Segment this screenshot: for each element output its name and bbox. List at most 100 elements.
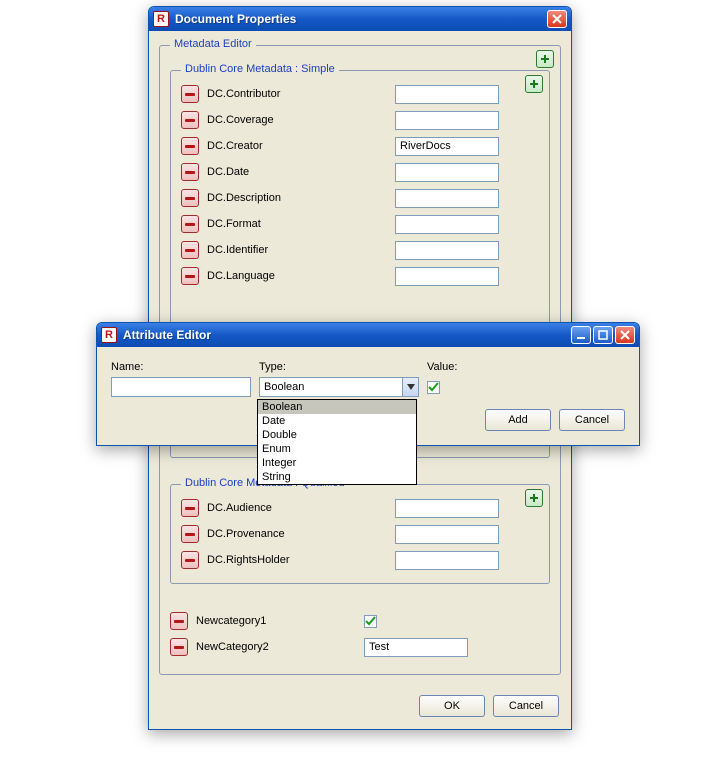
metadata-value-input[interactable] — [395, 525, 499, 544]
app-icon: R — [153, 11, 169, 27]
type-label: Type: — [259, 361, 419, 373]
minus-icon — [185, 119, 195, 122]
remove-button[interactable] — [181, 85, 199, 103]
metadata-value-input[interactable] — [395, 111, 499, 130]
minus-icon — [185, 275, 195, 278]
metadata-label: DC.Creator — [207, 140, 387, 152]
remove-button[interactable] — [181, 189, 199, 207]
plus-icon — [540, 54, 550, 64]
metadata-row: DC.Provenance — [181, 521, 539, 547]
minus-icon — [185, 197, 195, 200]
close-icon — [620, 330, 630, 340]
dublin-core-qualified-group: Dublin Core Metadata : Qualified DC.Audi… — [170, 484, 550, 584]
minus-icon — [174, 646, 184, 649]
plus-icon — [529, 79, 539, 89]
remove-button[interactable] — [181, 499, 199, 517]
metadata-row: DC.Format — [181, 211, 539, 237]
window-title: Attribute Editor — [121, 328, 567, 342]
type-combo[interactable]: Boolean — [259, 377, 419, 397]
check-icon — [428, 382, 439, 393]
cancel-button[interactable]: Cancel — [559, 409, 625, 431]
attribute-editor-window: R Attribute Editor Name: Type: Value: Bo… — [96, 322, 640, 446]
remove-button[interactable] — [181, 267, 199, 285]
metadata-row: DC.Audience — [181, 495, 539, 521]
minus-icon — [185, 223, 195, 226]
titlebar[interactable]: R Document Properties — [149, 7, 571, 31]
minus-icon — [185, 171, 195, 174]
metadata-row: DC.Creator — [181, 133, 539, 159]
chevron-down-icon — [407, 384, 415, 390]
custom-row: Newcategory1 — [170, 608, 530, 634]
metadata-value-input[interactable] — [395, 499, 499, 518]
main-footer: OK Cancel — [149, 685, 571, 729]
metadata-row: DC.Description — [181, 185, 539, 211]
minus-icon — [185, 507, 195, 510]
metadata-row: DC.Contributor — [181, 81, 539, 107]
minus-icon — [185, 559, 195, 562]
custom-label: NewCategory2 — [196, 641, 356, 653]
maximize-button[interactable] — [593, 326, 613, 344]
name-label: Name: — [111, 361, 251, 373]
add-simple-button[interactable] — [525, 75, 543, 93]
remove-button[interactable] — [181, 551, 199, 569]
remove-button[interactable] — [181, 137, 199, 155]
metadata-label: DC.Audience — [207, 502, 387, 514]
minimize-icon — [576, 330, 586, 340]
type-option[interactable]: Enum — [258, 442, 416, 456]
metadata-label: DC.Coverage — [207, 114, 387, 126]
check-icon — [365, 616, 376, 627]
type-option[interactable]: Boolean — [258, 400, 416, 414]
metadata-value-input[interactable] — [395, 163, 499, 182]
metadata-value-input[interactable] — [395, 189, 499, 208]
close-button[interactable] — [615, 326, 635, 344]
metadata-row: DC.Date — [181, 159, 539, 185]
remove-button[interactable] — [170, 638, 188, 656]
type-option[interactable]: Date — [258, 414, 416, 428]
close-button[interactable] — [547, 10, 567, 28]
metadata-value-input[interactable] — [395, 137, 499, 156]
remove-button[interactable] — [181, 241, 199, 259]
plus-icon — [529, 493, 539, 503]
custom-value-input[interactable] — [364, 638, 468, 657]
remove-button[interactable] — [181, 525, 199, 543]
type-selected: Boolean — [260, 381, 402, 393]
minimize-button[interactable] — [571, 326, 591, 344]
custom-checkbox[interactable] — [364, 615, 377, 628]
remove-button[interactable] — [181, 215, 199, 233]
value-label: Value: — [427, 361, 625, 373]
add-category-button[interactable] — [536, 50, 554, 68]
metadata-label: DC.Description — [207, 192, 387, 204]
type-dropdown: Boolean Date Double Enum Integer String — [257, 399, 417, 485]
minus-icon — [185, 533, 195, 536]
metadata-row: DC.RightsHolder — [181, 547, 539, 573]
metadata-editor-legend: Metadata Editor — [170, 38, 256, 50]
ok-button[interactable]: OK — [419, 695, 485, 717]
metadata-value-input[interactable] — [395, 85, 499, 104]
cancel-button[interactable]: Cancel — [493, 695, 559, 717]
simple-legend: Dublin Core Metadata : Simple — [181, 63, 339, 75]
metadata-value-input[interactable] — [395, 241, 499, 260]
add-button[interactable]: Add — [485, 409, 551, 431]
titlebar[interactable]: R Attribute Editor — [97, 323, 639, 347]
remove-button[interactable] — [170, 612, 188, 630]
remove-button[interactable] — [181, 111, 199, 129]
combo-dropdown-button[interactable] — [402, 378, 418, 396]
type-option[interactable]: Integer — [258, 456, 416, 470]
minus-icon — [185, 249, 195, 252]
metadata-value-input[interactable] — [395, 267, 499, 286]
type-option[interactable]: Double — [258, 428, 416, 442]
metadata-label: DC.Identifier — [207, 244, 387, 256]
metadata-row: DC.Language — [181, 263, 539, 289]
name-input[interactable] — [111, 377, 251, 397]
custom-label: Newcategory1 — [196, 615, 356, 627]
minus-icon — [174, 620, 184, 623]
metadata-label: DC.Format — [207, 218, 387, 230]
maximize-icon — [598, 330, 608, 340]
remove-button[interactable] — [181, 163, 199, 181]
metadata-value-input[interactable] — [395, 215, 499, 234]
add-qualified-button[interactable] — [525, 489, 543, 507]
minus-icon — [185, 145, 195, 148]
metadata-value-input[interactable] — [395, 551, 499, 570]
type-option[interactable]: String — [258, 470, 416, 484]
value-checkbox[interactable] — [427, 381, 440, 394]
